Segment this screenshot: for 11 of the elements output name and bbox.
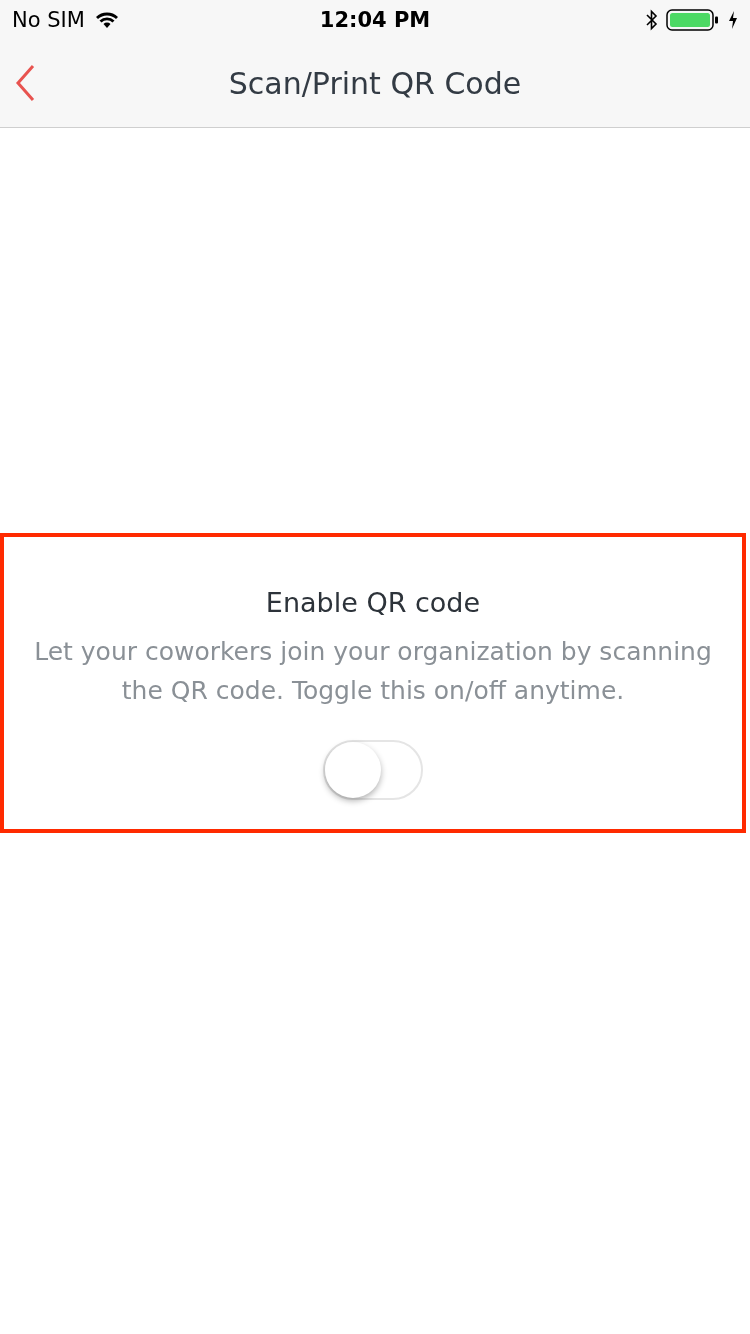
back-button[interactable] [14, 64, 36, 104]
bluetooth-icon [646, 9, 658, 31]
clock-text: 12:04 PM [318, 8, 432, 32]
setting-description: Let your coworkers join your organization by scanning the QR code. Toggle this on/off anytime. [33, 636, 713, 707]
carrier-text: No SIM [12, 8, 85, 32]
toggle-switch[interactable] [323, 740, 423, 800]
setting-title: Enable QR code [265, 587, 481, 618]
screen-title: Scan/Print QR Code [228, 66, 522, 101]
charging-icon [728, 10, 738, 30]
battery-icon [666, 8, 720, 32]
wifi-icon [94, 11, 119, 29]
